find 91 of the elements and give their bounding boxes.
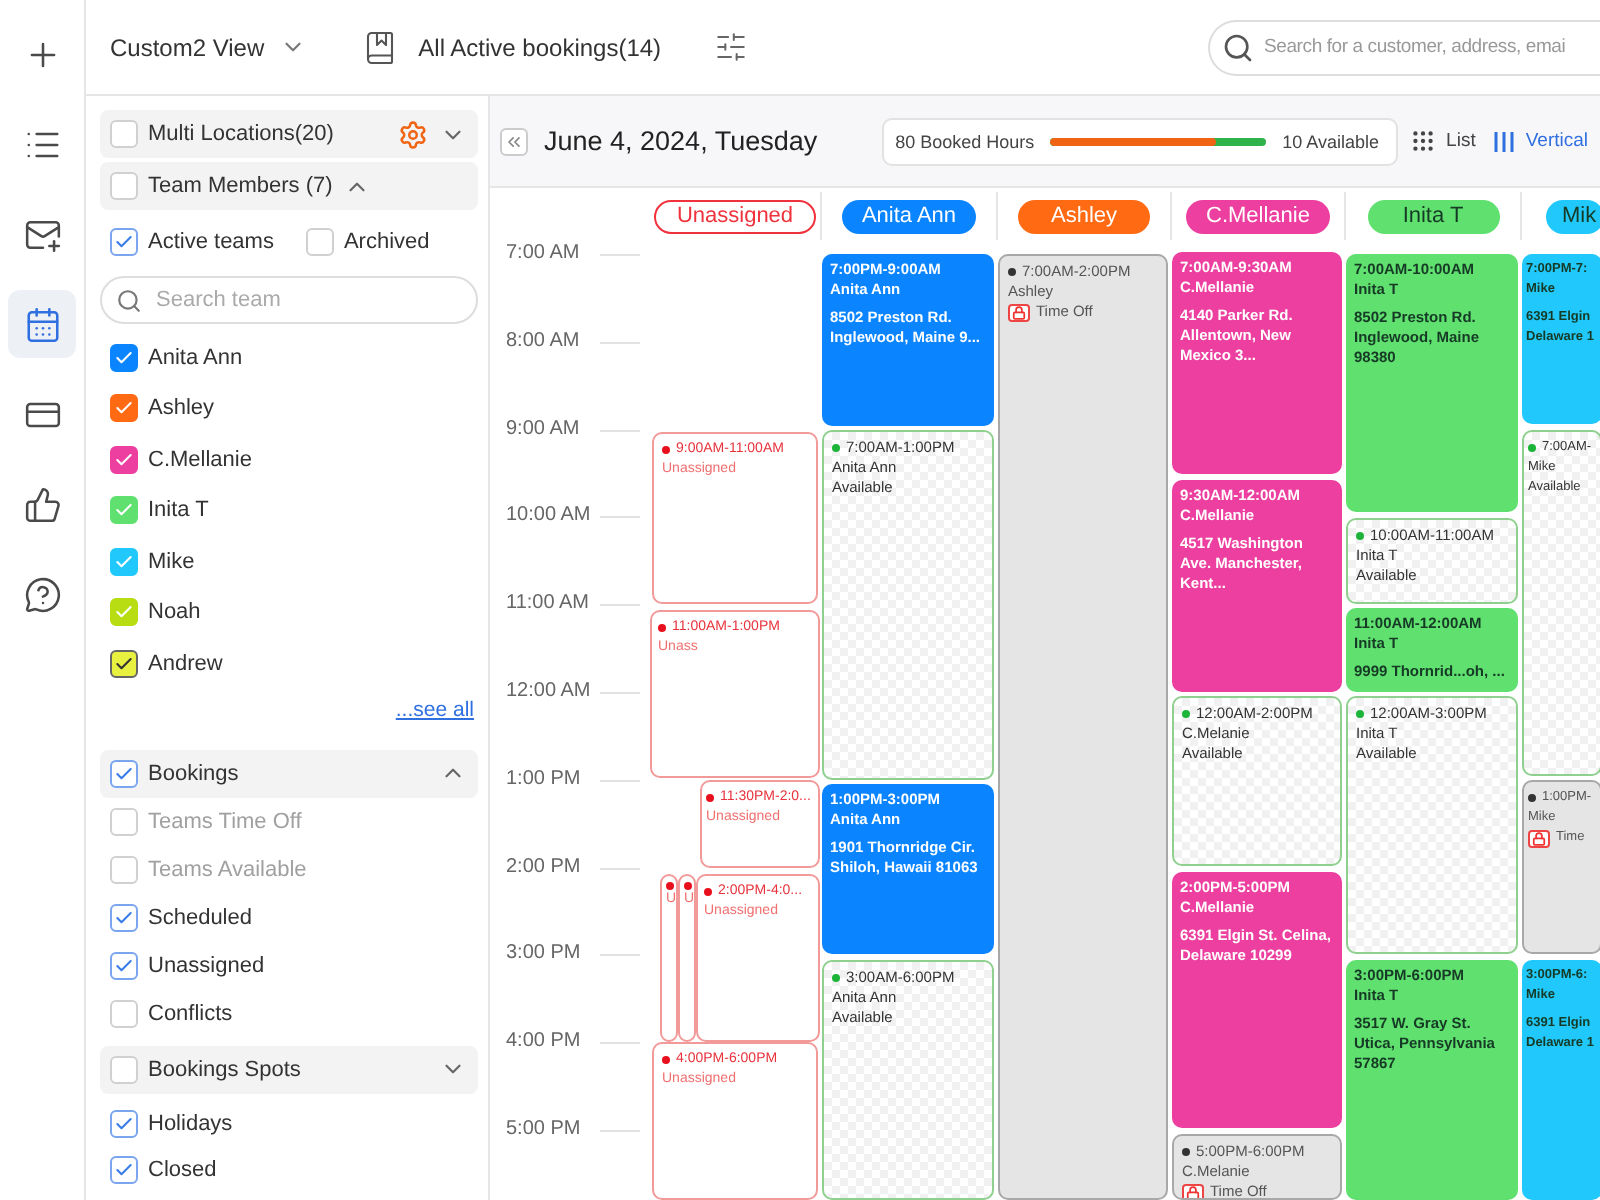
- grid-icon: [1410, 128, 1437, 154]
- checkbox-box: [305, 228, 334, 256]
- search-field[interactable]: Search team: [100, 276, 478, 324]
- column-header: Mik: [1546, 199, 1600, 233]
- checkbox-box: [110, 855, 138, 883]
- available-hours: 10 Available: [1282, 131, 1380, 151]
- view-mode-button[interactable]: List: [1410, 128, 1476, 154]
- status-dot: [832, 444, 840, 452]
- hour-label: 12:00 AM: [506, 678, 591, 706]
- checkbox-option[interactable]: Noah: [110, 587, 478, 638]
- sliders-icon: [713, 30, 748, 64]
- checkbox-box: [110, 1110, 138, 1138]
- checkbox-option[interactable]: Active teams: [110, 224, 274, 260]
- hour-label: 4:00 PM: [506, 1028, 581, 1057]
- status-dot: [1182, 710, 1190, 718]
- calendar-icon: [23, 305, 61, 343]
- lock-icon: [1182, 1183, 1204, 1198]
- checkbox-box: [110, 172, 138, 200]
- status-dot: [662, 446, 670, 454]
- checkbox-box: [110, 1156, 138, 1184]
- see-all-link[interactable]: ...see all: [395, 689, 474, 729]
- column-header: Unassigned: [654, 199, 816, 233]
- checkbox-option[interactable]: Bookings Spots: [110, 1045, 301, 1093]
- checkbox-box: [110, 999, 138, 1027]
- help-icon: [23, 575, 61, 613]
- checkbox-option[interactable]: Andrew: [110, 638, 478, 689]
- search-field[interactable]: Search for a customer, address, emai: [1208, 19, 1600, 75]
- checkbox-box: [110, 759, 138, 787]
- checkbox-option[interactable]: Scheduled: [110, 893, 478, 941]
- view-mode-button[interactable]: Vertical: [1491, 128, 1588, 154]
- checkbox-option[interactable]: Multi Locations(20): [110, 110, 334, 158]
- status-dot: [1528, 794, 1536, 802]
- checkbox-option[interactable]: Mike: [110, 536, 478, 587]
- status-dot: [684, 882, 692, 890]
- status-dot: [1008, 268, 1016, 276]
- checkbox-box: [110, 228, 138, 256]
- hour-label: 5:00 PM: [506, 1116, 581, 1144]
- date-title: June 4, 2024, Tuesday: [544, 126, 818, 156]
- view-dropdown[interactable]: Custom2 View: [110, 33, 307, 61]
- lock-icon: [1528, 829, 1550, 847]
- checkbox-option[interactable]: Bookings: [110, 749, 239, 797]
- checkbox-option[interactable]: Conflicts: [110, 989, 478, 1037]
- hour-label: 10:00 AM: [506, 502, 591, 531]
- checkbox-box: [110, 903, 138, 931]
- status-dot: [662, 1056, 670, 1064]
- column-header: C.Mellanie: [1186, 199, 1330, 233]
- column-header: Ashley: [1018, 199, 1150, 233]
- status-dot: [706, 794, 714, 802]
- checkbox-option[interactable]: Anita Ann: [110, 332, 478, 383]
- thumbs-up-icon: [23, 485, 61, 523]
- nav-button[interactable]: [8, 290, 76, 358]
- hour-label: 2:00 PM: [506, 853, 581, 882]
- column-header: Anita Ann: [841, 199, 977, 233]
- checkbox-option[interactable]: Inita T: [110, 485, 478, 536]
- checkbox-option[interactable]: Unassigned: [110, 941, 478, 989]
- column-header: Inita T: [1367, 199, 1499, 233]
- hour-label: 8:00 AM: [506, 327, 580, 356]
- checkbox-option[interactable]: Ashley: [110, 383, 478, 434]
- checkbox-box: [110, 951, 138, 979]
- hour-label: 11:00 AM: [506, 590, 590, 619]
- status-dot: [1528, 444, 1536, 452]
- collapse-button[interactable]: [500, 127, 528, 155]
- checkbox-option[interactable]: C.Mellanie: [110, 434, 478, 485]
- status-dot: [832, 974, 840, 982]
- mail-plus-icon: [23, 215, 61, 253]
- checkbox-box: [110, 807, 138, 835]
- status-dot: [1356, 710, 1364, 718]
- status-dot: [658, 624, 666, 632]
- columns-icon: [1491, 129, 1516, 153]
- hour-label: 7:00 AM: [506, 244, 580, 268]
- checkbox-option[interactable]: Team Members (7): [110, 162, 333, 210]
- filter-button[interactable]: [713, 30, 748, 64]
- status-dot: [1356, 532, 1364, 540]
- status-dot: [1182, 1148, 1190, 1156]
- checkbox-option[interactable]: Closed: [110, 1147, 478, 1193]
- hour-label: 9:00 AM: [506, 415, 580, 444]
- checkbox-box: [110, 1055, 138, 1083]
- checkbox-option[interactable]: Holidays: [110, 1101, 478, 1147]
- status-dot: [666, 882, 674, 890]
- checkbox-box: [110, 120, 138, 148]
- checkbox-option[interactable]: Archived: [305, 224, 430, 260]
- double-chevron-icon: [504, 131, 524, 151]
- bookings-title: All Active bookings(14): [418, 33, 662, 61]
- settings-icon[interactable]: [398, 119, 428, 149]
- search-icon: [116, 288, 142, 314]
- hour-label: 3:00 PM: [506, 940, 581, 969]
- booked-hours: 80 Booked Hours: [895, 131, 1035, 151]
- status-dot: [704, 888, 712, 896]
- hour-label: 1:00 PM: [506, 765, 581, 794]
- book-icon: [362, 29, 399, 65]
- lock-icon: [1008, 303, 1030, 321]
